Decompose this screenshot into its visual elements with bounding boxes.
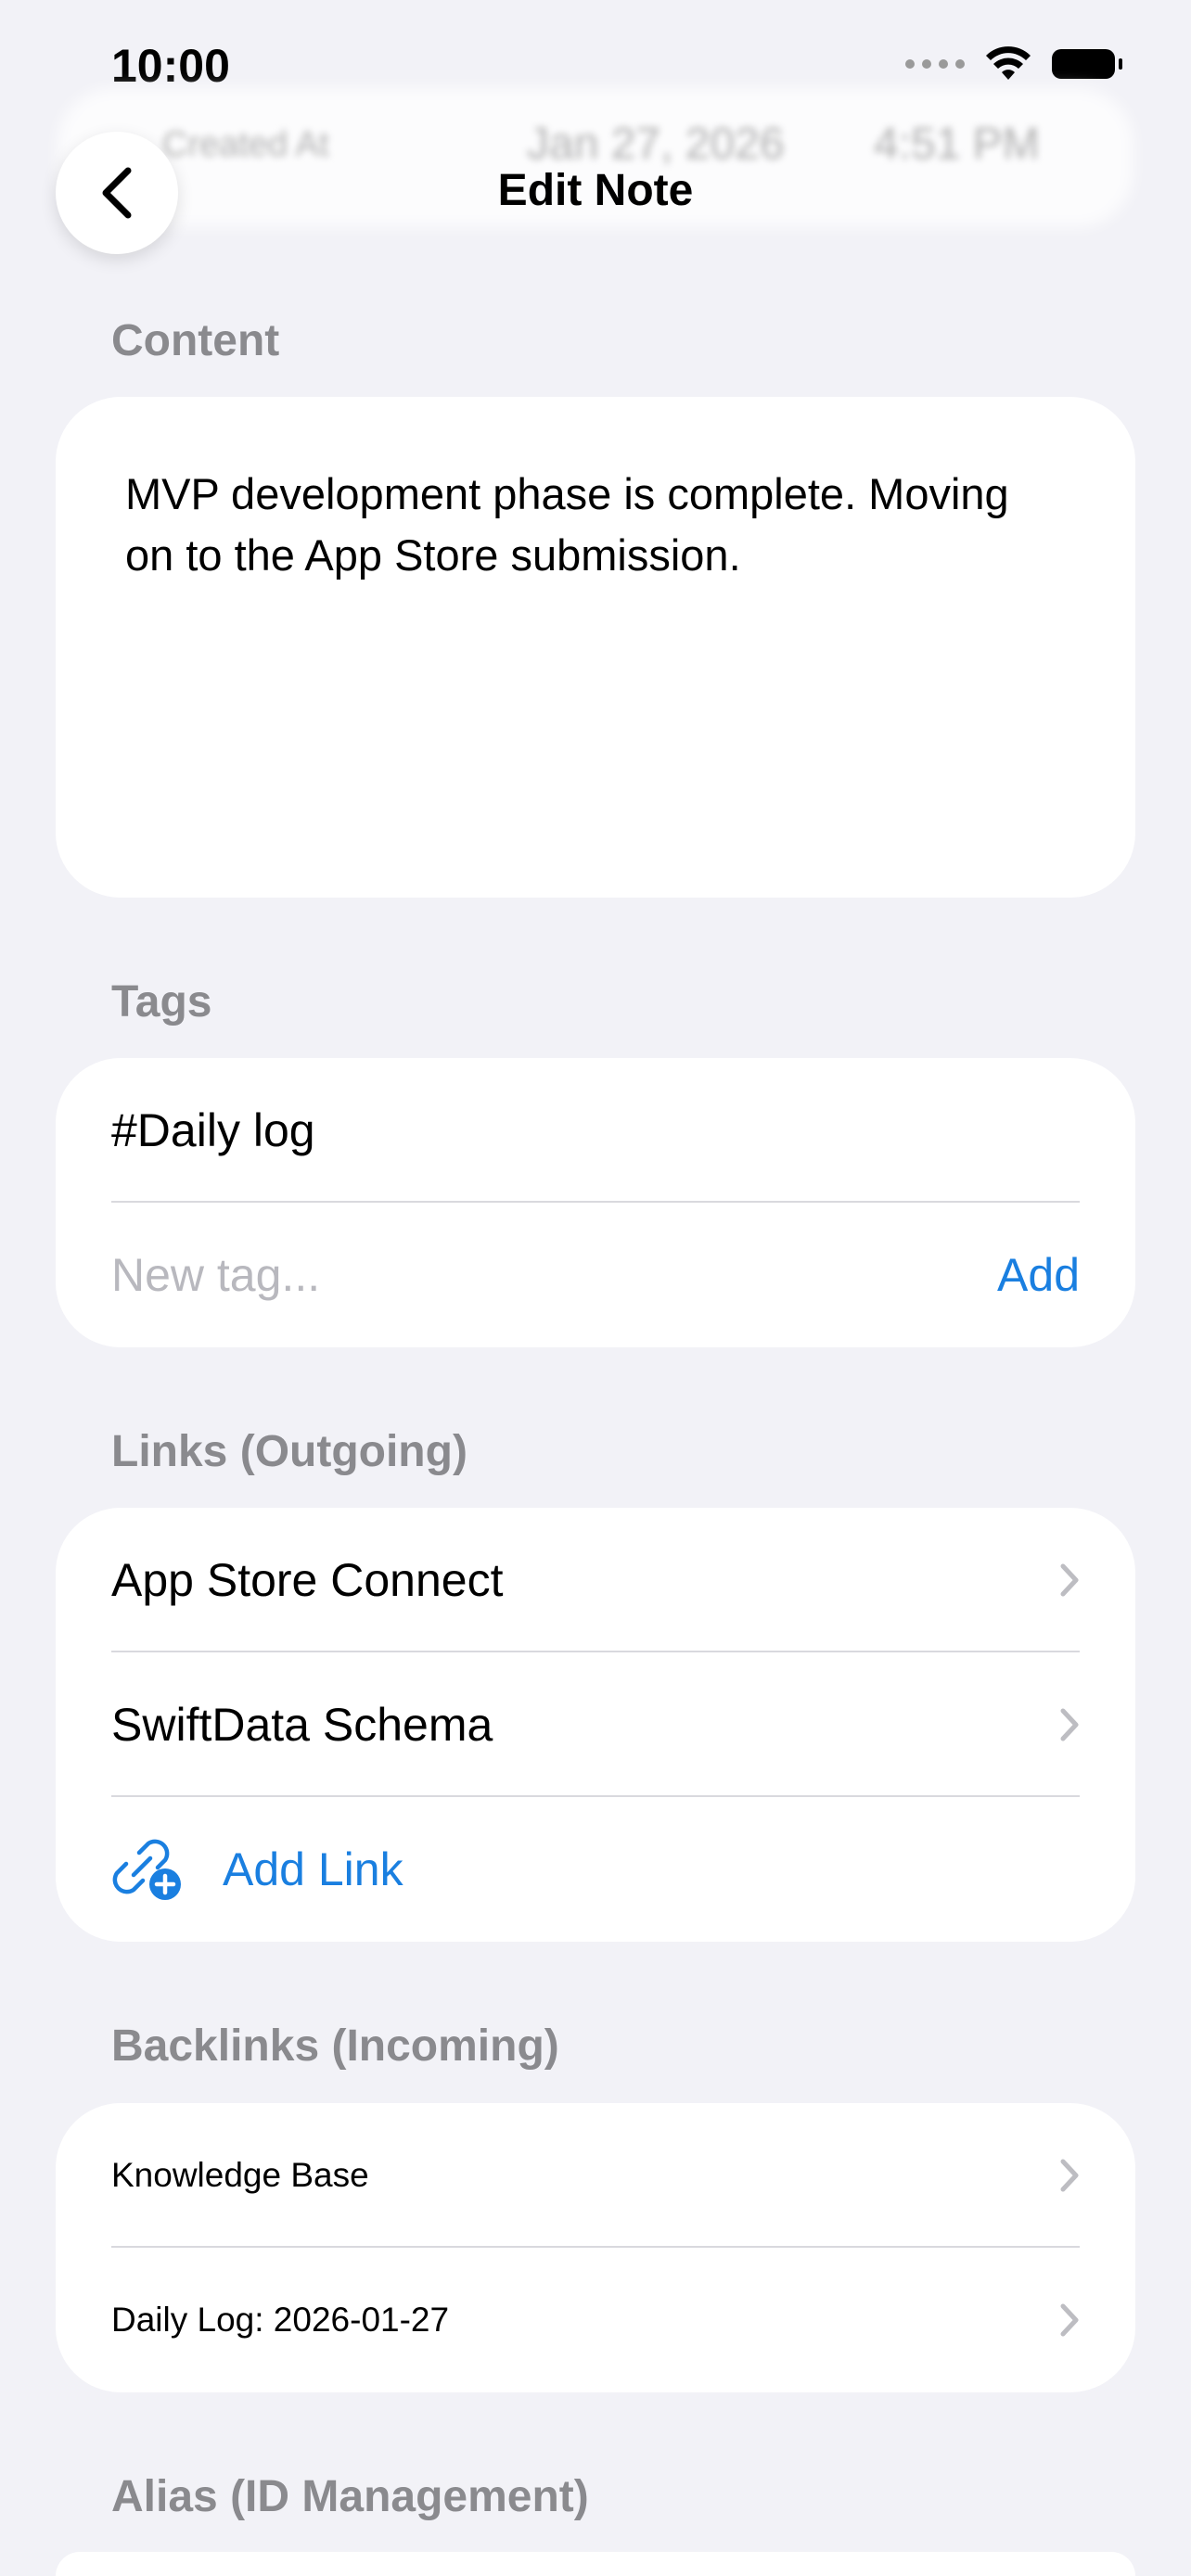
link-label: App Store Connect xyxy=(111,1554,504,1606)
new-tag-input[interactable]: New tag... xyxy=(111,1248,320,1302)
section-header-backlinks: Backlinks (Incoming) xyxy=(111,2021,559,2071)
faded-time: 4:51 PM xyxy=(874,120,1040,169)
tag-item[interactable]: #Daily log xyxy=(111,1058,1080,1203)
add-link-label: Add Link xyxy=(223,1843,403,1895)
section-header-content: Content xyxy=(111,316,280,365)
section-header-tags: Tags xyxy=(111,977,212,1027)
backlink-item-knowledge-base[interactable]: Knowledge Base xyxy=(111,2103,1080,2248)
links-card: App Store Connect SwiftData Schema Add L… xyxy=(56,1508,1135,1942)
chevron-right-icon xyxy=(1060,2303,1079,2337)
backlink-label: Daily Log: 2026-01-27 xyxy=(111,2301,450,2339)
add-link-button[interactable]: Add Link xyxy=(111,1797,1080,1942)
section-header-alias: Alias (ID Management) xyxy=(111,2472,589,2521)
status-icons xyxy=(905,46,1122,82)
chevron-right-icon xyxy=(1060,2159,1079,2192)
faded-date: Jan 27, 2026 xyxy=(527,120,785,169)
new-tag-row: New tag... Add xyxy=(111,1203,1080,1347)
content-text-editor[interactable]: MVP development phase is complete. Movin… xyxy=(125,464,1053,586)
link-item-app-store-connect[interactable]: App Store Connect xyxy=(111,1508,1080,1652)
add-tag-button[interactable]: Add xyxy=(997,1248,1080,1302)
link-label: SwiftData Schema xyxy=(111,1699,493,1751)
backlink-item-daily-log[interactable]: Daily Log: 2026-01-27 xyxy=(111,2248,1080,2392)
content-card[interactable]: MVP development phase is complete. Movin… xyxy=(56,397,1135,898)
cellular-signal-icon xyxy=(905,59,965,69)
tag-label: #Daily log xyxy=(111,1104,315,1156)
backlink-label: Knowledge Base xyxy=(111,2156,369,2194)
chevron-right-icon xyxy=(1060,1708,1079,1741)
page-title: Edit Note xyxy=(497,166,694,215)
faded-created-label: Created At xyxy=(162,125,329,164)
link-item-swiftdata-schema[interactable]: SwiftData Schema xyxy=(111,1652,1080,1797)
tags-card: #Daily log New tag... Add xyxy=(56,1058,1135,1347)
wifi-icon xyxy=(986,46,1031,80)
backlinks-card: Knowledge Base Daily Log: 2026-01-27 xyxy=(56,2103,1135,2392)
alias-card xyxy=(56,2552,1135,2576)
chevron-right-icon xyxy=(1060,1563,1079,1597)
section-header-links: Links (Outgoing) xyxy=(111,1427,467,1476)
link-add-icon xyxy=(112,1839,181,1900)
battery-icon xyxy=(1052,49,1122,79)
status-time: 10:00 xyxy=(111,40,230,92)
